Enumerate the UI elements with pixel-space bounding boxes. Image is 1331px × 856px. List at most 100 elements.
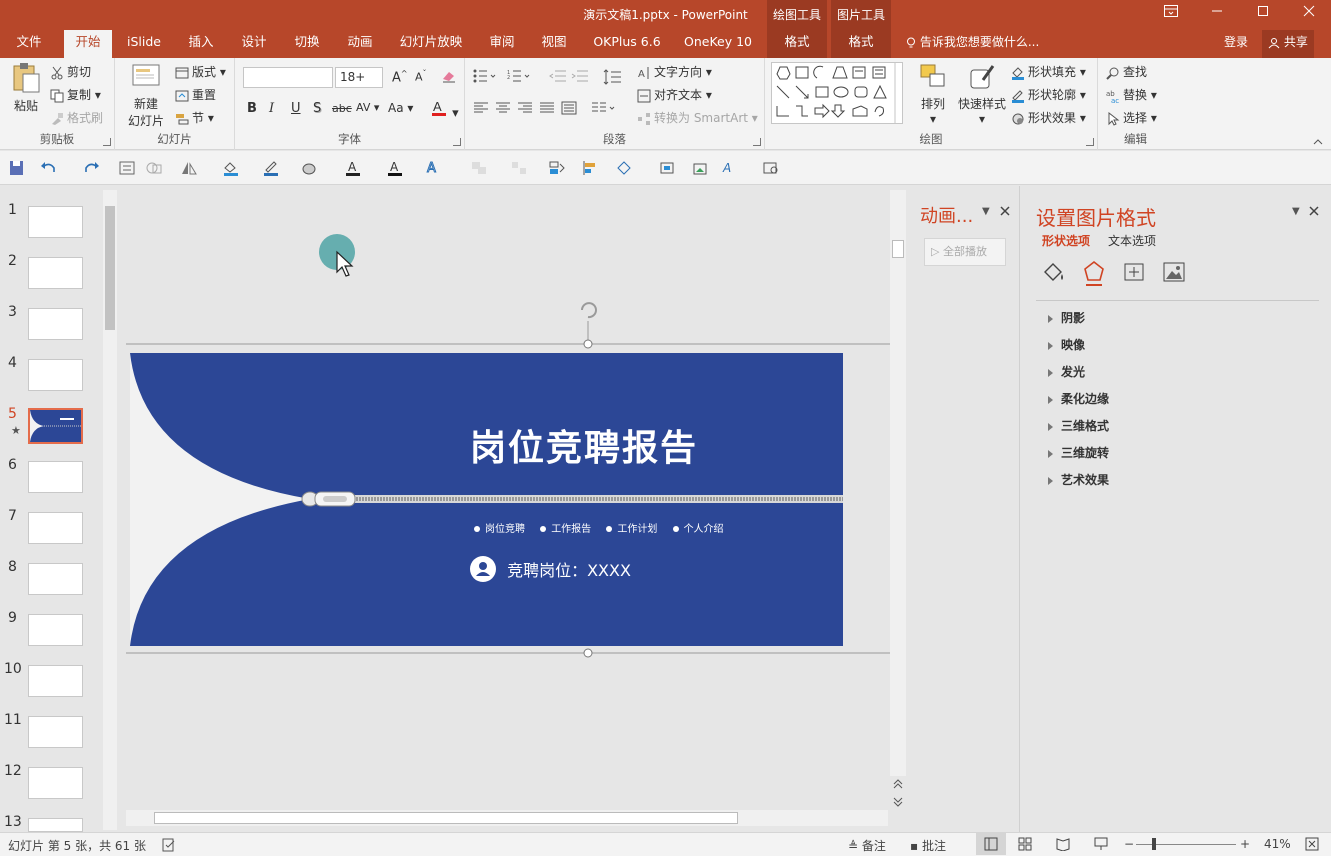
tab-drawing-format[interactable]: 格式 [767,30,827,58]
italic-button[interactable]: I [269,101,274,116]
section-artistic-effects[interactable]: 艺术效果 [1048,471,1109,488]
numbering-icon[interactable]: 12 [507,69,531,83]
tab-transitions[interactable]: 切换 [284,30,330,58]
outline-color-icon[interactable] [262,160,280,176]
reset-button[interactable]: 重置 [175,86,216,103]
tab-shape-options[interactable]: 形状选项 [1042,232,1090,249]
tab-review[interactable]: 审阅 [480,30,524,58]
character-spacing-button[interactable]: AV ▾ [356,101,379,114]
strikethrough-button[interactable]: abc [332,102,352,115]
fit-to-window-icon[interactable] [1305,837,1319,851]
increase-font-button[interactable]: A^ [392,69,408,85]
zoom-out-button[interactable]: − [1124,837,1134,851]
editor-vertical-scrollbar[interactable] [890,190,906,776]
slide-canvas[interactable]: 岗位竞聘报告 岗位竞聘 工作报告 工作计划 个人介绍 竞聘岗位：XXXX [130,353,843,646]
editor-vscroll-thumb[interactable] [892,240,904,258]
new-slide-button[interactable]: 新建 幻灯片 [121,62,171,129]
effects-qat-icon[interactable] [300,160,318,176]
share-button[interactable]: 共享 [1262,30,1314,58]
format-painter-button[interactable]: 格式刷 [50,109,103,126]
tab-design[interactable]: 设计 [232,30,276,58]
cut-button[interactable]: 剪切 [50,63,91,80]
increase-indent-icon[interactable] [571,69,589,83]
shape-effects-button[interactable]: 形状效果 ▾ [1011,109,1086,126]
format-pane-menu-icon[interactable]: ▼ [1292,206,1300,217]
slide-sorter-icon[interactable] [1018,837,1032,851]
animation-pane-menu-icon[interactable]: ▼ [982,206,990,217]
clear-formatting-button[interactable] [441,69,457,87]
font-launcher[interactable] [453,138,461,146]
underline-button[interactable]: U [291,101,301,116]
undo-icon[interactable] [40,160,58,176]
justify-icon[interactable] [539,102,555,114]
close-window-button[interactable] [1286,0,1331,28]
selection-pane-icon[interactable] [548,160,566,176]
quick-styles-button[interactable]: 快速样式 ▾ [955,62,1009,126]
distributed-icon[interactable] [561,101,577,115]
replace-button[interactable]: ab ac 替换 ▾ [1106,86,1157,103]
section-shadow[interactable]: 阴影 [1048,309,1085,326]
group-icon[interactable] [470,160,488,176]
zoom-slider-thumb[interactable] [1152,838,1156,850]
paragraph-launcher[interactable] [753,138,761,146]
columns-icon[interactable] [591,102,617,114]
slide-thumbnail-3[interactable] [28,308,83,340]
tab-home[interactable]: 开始 [64,30,112,58]
tab-text-options[interactable]: 文本选项 [1108,232,1156,249]
prev-next-slide-icon[interactable] [892,778,904,808]
section-reflection[interactable]: 映像 [1048,336,1085,353]
text-outline-qat-icon[interactable]: A [720,160,738,176]
reading-view-icon[interactable] [1056,837,1070,851]
ungroup-icon[interactable] [510,160,528,176]
section-button[interactable]: 节 ▾ [175,109,214,126]
effects-icon[interactable] [1082,260,1106,286]
tab-insert[interactable]: 插入 [178,30,224,58]
change-picture-icon[interactable] [692,160,710,176]
text-effects-qat-icon[interactable]: A [424,160,442,177]
edit-shape-icon[interactable] [616,160,634,176]
align-left-icon[interactable] [473,102,489,114]
align-text-button[interactable]: 对齐文本 ▾ [637,86,712,103]
shape-outline-button[interactable]: 形状轮廓 ▾ [1011,86,1086,103]
font-size-combo[interactable]: 18+ [335,67,383,88]
slide-thumbnail-5[interactable] [28,408,83,444]
notes-button[interactable]: ≜ 备注 [848,837,886,854]
save-icon[interactable] [8,160,26,176]
close-icon[interactable] [1309,206,1319,216]
convert-smartart-button[interactable]: 转换为 SmartArt ▾ [637,109,758,126]
section-3d-format[interactable]: 三维格式 [1048,417,1109,434]
picture-tools-qat-icon[interactable] [762,160,780,176]
tab-file[interactable]: 文件 [4,30,54,58]
copy-button[interactable]: 复制 ▾ [50,86,101,103]
tab-onekey[interactable]: OneKey 10 [680,30,756,58]
decrease-indent-icon[interactable] [549,69,567,83]
section-3d-rotation[interactable]: 三维旋转 [1048,444,1109,461]
comments-button[interactable]: ▪ 批注 [910,837,946,854]
decrease-font-button[interactable]: Aˇ [415,69,427,84]
thumbnails-scrollbar[interactable] [103,190,117,830]
zoom-slider[interactable] [1136,844,1236,845]
slideshow-icon[interactable] [1094,837,1108,851]
slide-thumbnail-9[interactable] [28,614,83,646]
slide-thumbnail-12[interactable] [28,767,83,799]
shapes-gallery[interactable] [771,62,903,124]
tab-animations[interactable]: 动画 [338,30,382,58]
tab-islide[interactable]: iSlide [120,30,168,58]
minimize-button[interactable] [1194,0,1240,28]
editor-hscroll-thumb[interactable] [154,812,738,824]
collapse-ribbon-icon[interactable] [1313,139,1323,145]
text-direction-button[interactable]: A 文字方向 ▾ [637,63,712,80]
slide-thumbnail-7[interactable] [28,512,83,544]
ribbon-display-options-button[interactable] [1148,0,1194,28]
redo-icon[interactable] [82,160,100,176]
font-name-combo[interactable] [243,67,333,88]
zoom-level[interactable]: 41% [1264,837,1291,851]
section-glow[interactable]: 发光 [1048,363,1085,380]
shape-fill-button[interactable]: 形状填充 ▾ [1011,63,1086,80]
slide-thumbnail-1[interactable] [28,206,83,238]
editor-horizontal-scrollbar[interactable] [126,810,888,826]
spell-check-icon[interactable] [162,838,176,852]
picture-icon[interactable] [1162,261,1186,283]
font-color-button[interactable]: A ▾ [430,99,459,121]
size-properties-icon[interactable] [1122,261,1146,283]
